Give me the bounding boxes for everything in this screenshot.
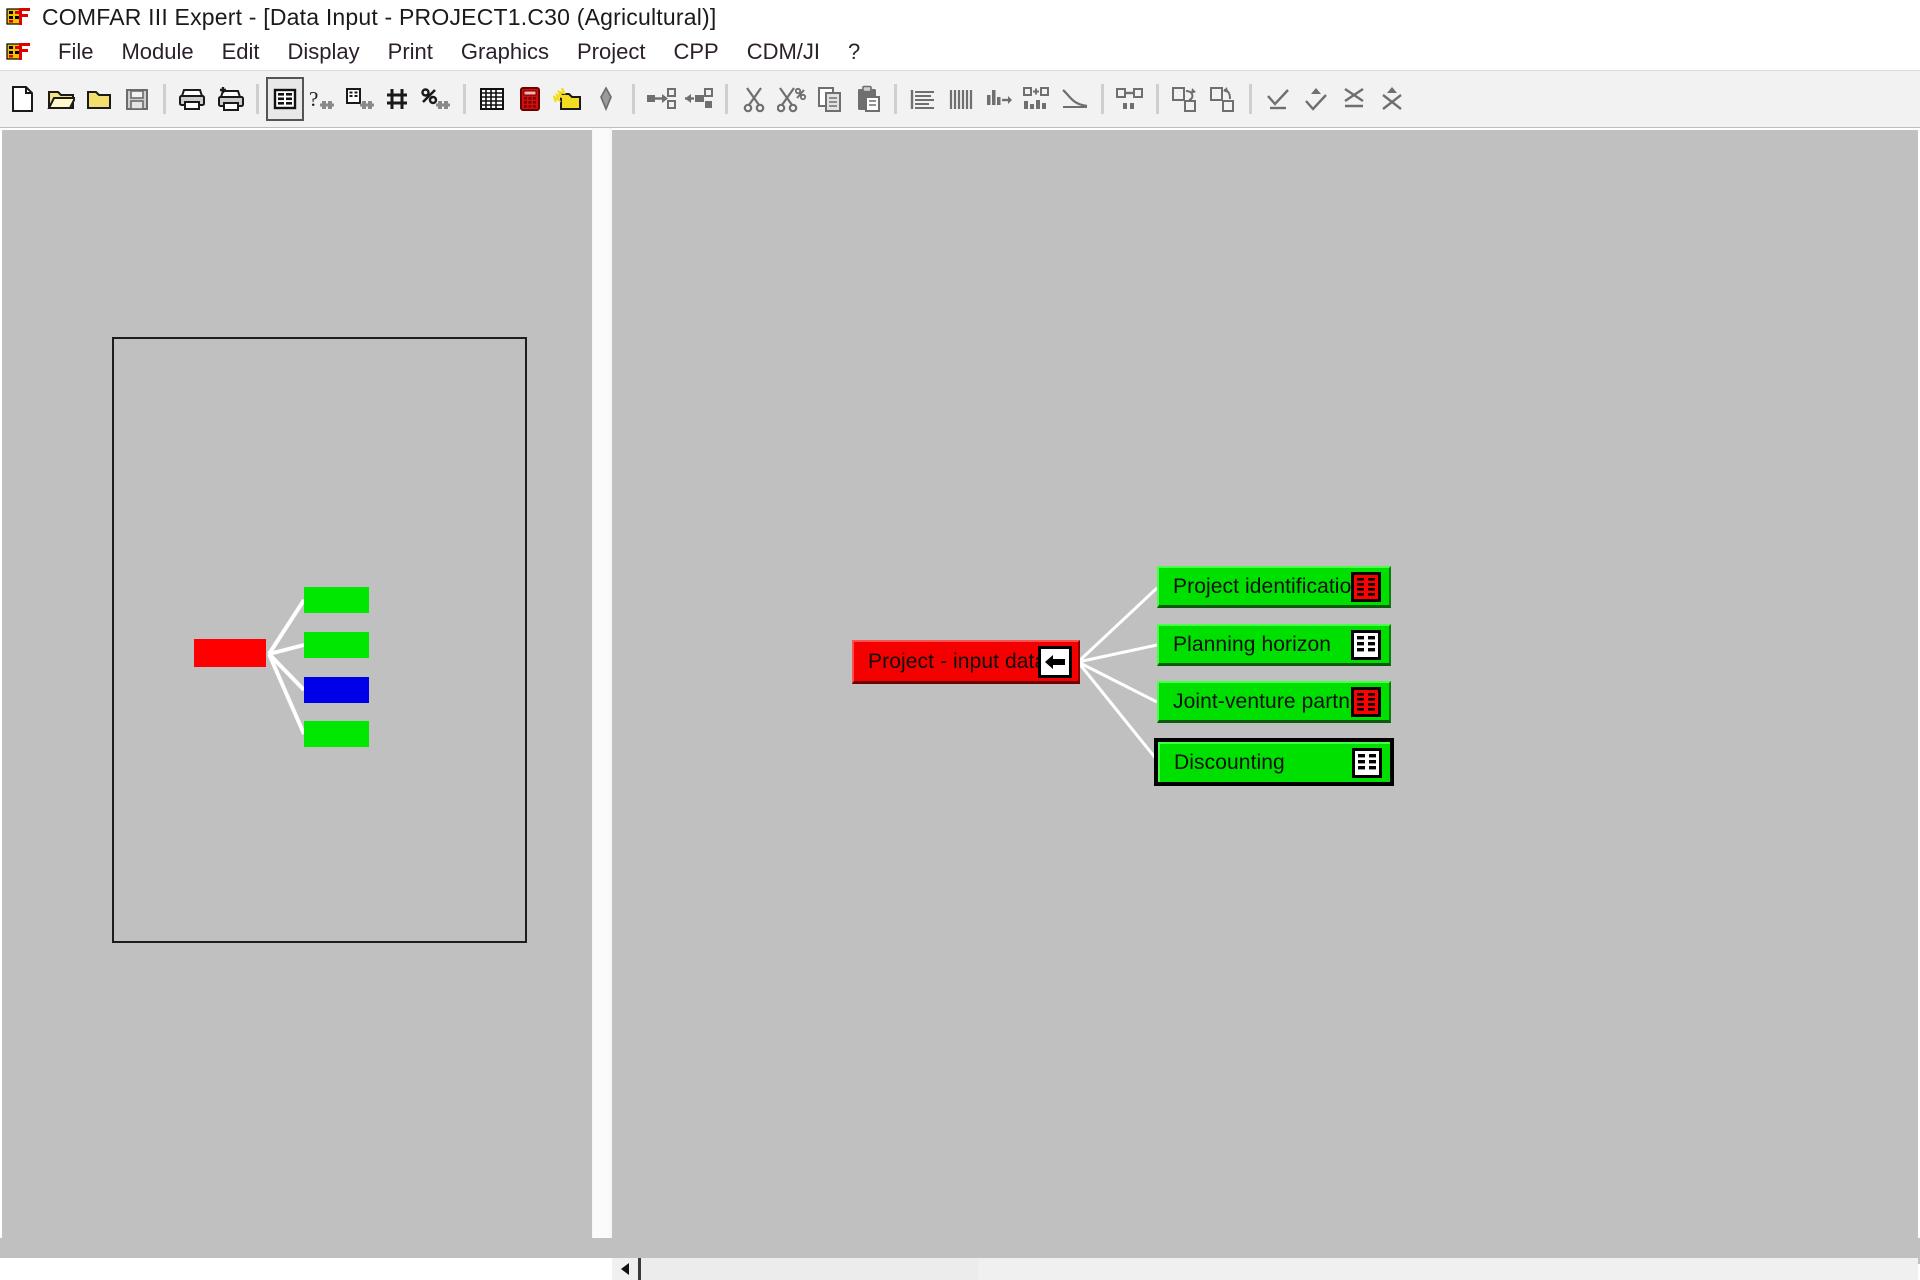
print-add-icon[interactable]: [211, 77, 249, 121]
comfar-logo-icon: [6, 5, 32, 29]
list-lines-icon[interactable]: [904, 77, 942, 121]
thumb-child-4[interactable]: [304, 721, 369, 747]
menu-item-cdmji[interactable]: CDM/JI: [733, 39, 834, 65]
toolbar-separator: [463, 84, 466, 114]
bar-columns-icon[interactable]: [942, 77, 980, 121]
window-title: COMFAR III Expert - [Data Input - PROJEC…: [42, 3, 717, 30]
white-table-icon[interactable]: [1352, 748, 1382, 778]
total-icon[interactable]: [380, 77, 418, 121]
menu-item-print[interactable]: Print: [374, 39, 447, 65]
marker-icon[interactable]: [587, 77, 625, 121]
data-input-table-icon[interactable]: [266, 77, 304, 121]
svg-text:?: ?: [309, 87, 318, 111]
menu-item-display[interactable]: Display: [274, 39, 374, 65]
menu-item-edit[interactable]: Edit: [208, 39, 274, 65]
node-label: Planning horizon: [1173, 632, 1332, 656]
node-body: Joint-venture partner: [1159, 683, 1389, 720]
schedule-icon[interactable]: [342, 77, 380, 121]
cut-special-icon[interactable]: [773, 77, 811, 121]
node-link-icon[interactable]: [1111, 77, 1149, 121]
print-icon[interactable]: [173, 77, 211, 121]
toolbar-separator: [1101, 84, 1104, 114]
cut-icon[interactable]: [735, 77, 773, 121]
percent-icon[interactable]: [418, 77, 456, 121]
toolbar-separator: [725, 84, 728, 114]
node-label: Joint-venture partner: [1173, 689, 1369, 713]
collapse-node-left-icon[interactable]: [680, 77, 718, 121]
paste-icon[interactable]: [849, 77, 887, 121]
check-down-icon[interactable]: [1259, 77, 1297, 121]
comfar-application-window: COMFAR III Expert - [Data Input - PROJEC…: [0, 0, 1920, 1280]
pane-splitter[interactable]: [592, 128, 612, 1280]
collapse-all-icon[interactable]: [1335, 77, 1373, 121]
page-prev-icon[interactable]: [1204, 77, 1242, 121]
menu-item-graphics[interactable]: Graphics: [447, 39, 563, 65]
folder-icon[interactable]: [80, 77, 118, 121]
node-project-identification[interactable]: Project identification: [1157, 566, 1391, 608]
status-strip-left: [0, 1258, 612, 1280]
toolbar-separator: [632, 84, 635, 114]
thumb-child-3[interactable]: [304, 677, 369, 703]
new-document-icon[interactable]: [4, 77, 42, 121]
thumb-child-1[interactable]: [304, 587, 369, 613]
calculator-icon[interactable]: [511, 77, 549, 121]
page-next-icon[interactable]: [1166, 77, 1204, 121]
node-project-input-data[interactable]: Project - input data: [852, 640, 1080, 684]
main-toolbar: ?: [0, 70, 1920, 128]
toolbar-separator: [1156, 84, 1159, 114]
node-label: Discounting: [1174, 751, 1285, 774]
node-joint-venture-partner[interactable]: Joint-venture partner: [1157, 681, 1391, 723]
scroll-left-arrow-icon[interactable]: [612, 1258, 638, 1280]
work-area: Project - input data Project identificat…: [0, 128, 1920, 1280]
menu-item-help[interactable]: ?: [834, 39, 874, 65]
splitter-grip[interactable]: [593, 128, 609, 1280]
menu-item-cpp[interactable]: CPP: [659, 39, 732, 65]
bar-chart-arrow-icon[interactable]: [980, 77, 1018, 121]
menu-item-module[interactable]: Module: [107, 39, 207, 65]
new-folder-highlight-icon[interactable]: [549, 77, 587, 121]
toolbar-separator: [1249, 84, 1252, 114]
menu-bar: File Module Edit Display Print Graphics …: [0, 34, 1920, 70]
copy-icon[interactable]: [811, 77, 849, 121]
red-table-icon[interactable]: [1351, 571, 1381, 602]
menu-item-project[interactable]: Project: [563, 39, 659, 65]
scrollbar-thumb[interactable]: [638, 1258, 978, 1280]
diagram-pane: Project - input data Project identificat…: [612, 130, 1918, 1238]
node-body: Project identification: [1159, 568, 1389, 605]
toolbar-separator: [163, 84, 166, 114]
horizontal-scrollbar[interactable]: [612, 1258, 1918, 1280]
grid-table-icon[interactable]: [473, 77, 511, 121]
node-merge-icon[interactable]: [1018, 77, 1056, 121]
check-up-icon[interactable]: [1297, 77, 1335, 121]
back-arrow-icon[interactable]: [1038, 645, 1072, 678]
toolbar-separator: [256, 84, 259, 114]
node-label: Project identification: [1173, 574, 1364, 598]
open-folder-icon[interactable]: [42, 77, 80, 121]
node-planning-horizon[interactable]: Planning horizon: [1157, 624, 1391, 666]
thumb-child-2[interactable]: [304, 632, 369, 658]
expand-node-right-icon[interactable]: [642, 77, 680, 121]
menu-item-file[interactable]: File: [44, 39, 107, 65]
toolbar-separator: [894, 84, 897, 114]
node-discounting[interactable]: Discounting: [1154, 738, 1394, 786]
project-tree-diagram: Project - input data Project identificat…: [612, 130, 1918, 1238]
node-body: Discounting: [1158, 742, 1390, 782]
white-table-icon[interactable]: [1351, 629, 1381, 660]
curve-chart-icon[interactable]: [1056, 77, 1094, 121]
thumb-root-node[interactable]: [194, 639, 266, 667]
node-body: Planning horizon: [1159, 626, 1389, 663]
comfar-logo-icon: [6, 40, 32, 64]
navigator-thumbnail[interactable]: [112, 337, 527, 943]
save-disk-icon[interactable]: [118, 77, 156, 121]
title-bar: COMFAR III Expert - [Data Input - PROJEC…: [0, 0, 1920, 34]
red-table-icon[interactable]: [1351, 686, 1381, 717]
node-label: Project - input data: [868, 649, 1047, 673]
scrollbar-track[interactable]: [638, 1258, 1918, 1280]
help-question-icon[interactable]: ?: [304, 77, 342, 121]
node-body: Project - input data: [854, 642, 1078, 681]
navigator-pane: [2, 130, 592, 1278]
expand-all-icon[interactable]: [1373, 77, 1411, 121]
